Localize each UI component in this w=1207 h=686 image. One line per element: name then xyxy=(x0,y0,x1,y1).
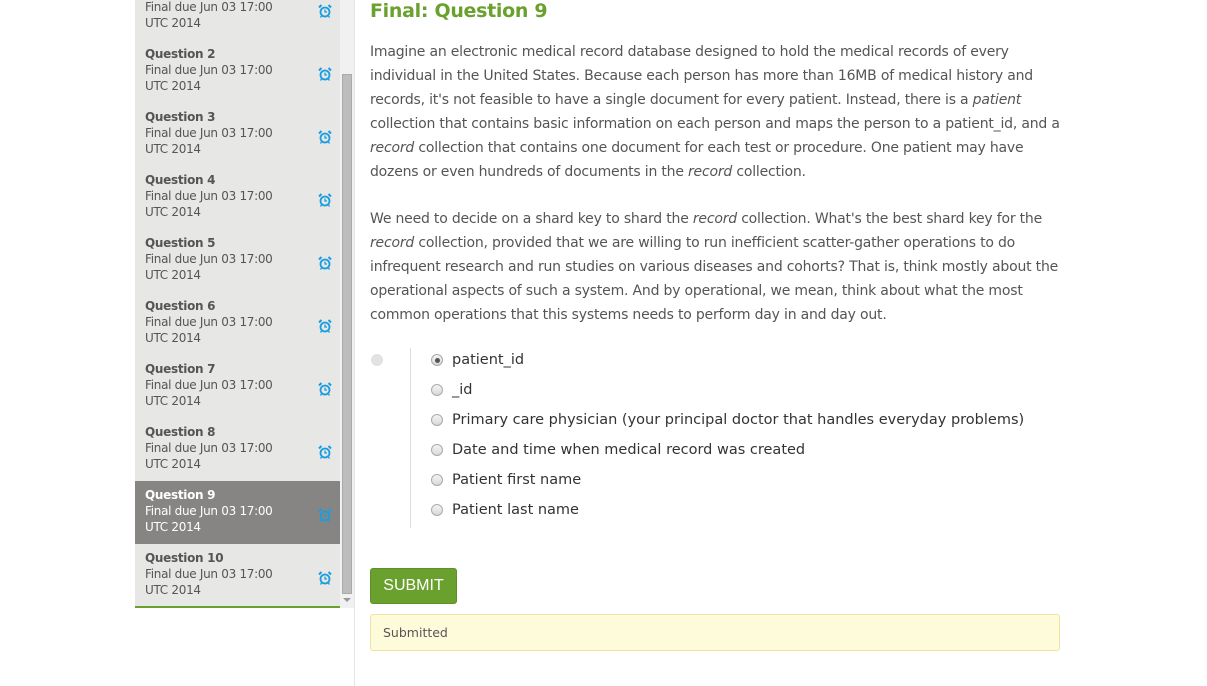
option-label: Patient last name xyxy=(452,502,579,518)
question-title: Question 3 xyxy=(145,110,216,124)
due-timezone: UTC 2014 xyxy=(145,79,201,93)
radio-button[interactable] xyxy=(431,354,443,366)
alarm-clock-icon xyxy=(318,508,332,522)
radio-button[interactable] xyxy=(431,504,443,516)
sidebar-item-question-5[interactable]: Question 5 Final due Jun 03 17:00 UTC 20… xyxy=(135,229,340,292)
answer-option[interactable]: _id xyxy=(431,380,472,400)
due-timezone: UTC 2014 xyxy=(145,205,201,219)
scrollbar[interactable] xyxy=(340,0,354,608)
question-title: Question 10 xyxy=(145,551,224,565)
question-title: Question 4 xyxy=(145,173,216,187)
sidebar-item-question-3[interactable]: Question 3 Final due Jun 03 17:00 UTC 20… xyxy=(135,103,340,166)
due-date: Final due Jun 03 17:00 xyxy=(145,0,273,14)
answer-option[interactable]: Patient last name xyxy=(431,500,579,520)
due-timezone: UTC 2014 xyxy=(145,331,201,345)
sidebar-item-question-9[interactable]: Question 9 Final due Jun 03 17:00 UTC 20… xyxy=(135,481,340,544)
submit-button[interactable]: SUBMIT xyxy=(370,568,457,604)
sidebar-item-question-6[interactable]: Question 6 Final due Jun 03 17:00 UTC 20… xyxy=(135,292,340,355)
option-label: patient_id xyxy=(452,352,525,368)
due-date: Final due Jun 03 17:00 xyxy=(145,441,273,455)
alarm-clock-icon xyxy=(318,67,332,81)
question-title: Question 7 xyxy=(145,362,216,376)
sidebar-item-question-8[interactable]: Question 8 Final due Jun 03 17:00 UTC 20… xyxy=(135,418,340,481)
due-date: Final due Jun 03 17:00 xyxy=(145,378,273,392)
answer-option[interactable]: Primary care physician (your principal d… xyxy=(431,410,1024,430)
question-title: Question 5 xyxy=(145,236,216,250)
due-date: Final due Jun 03 17:00 xyxy=(145,504,273,518)
alarm-clock-icon xyxy=(318,130,332,144)
sidebar-item-question-4[interactable]: Question 4 Final due Jun 03 17:00 UTC 20… xyxy=(135,166,340,229)
alarm-clock-icon xyxy=(318,4,332,18)
page-title: Final: Question 9 xyxy=(370,0,548,22)
divider xyxy=(354,0,355,686)
due-date: Final due Jun 03 17:00 xyxy=(145,567,273,581)
due-date: Final due Jun 03 17:00 xyxy=(145,63,273,77)
alarm-clock-icon xyxy=(318,571,332,585)
alarm-clock-icon xyxy=(318,319,332,333)
due-date: Final due Jun 03 17:00 xyxy=(145,315,273,329)
scroll-down-arrow[interactable] xyxy=(343,598,351,602)
alarm-clock-icon xyxy=(318,256,332,270)
radio-button[interactable] xyxy=(431,384,443,396)
question-paragraph-2: We need to decide on a shard key to shar… xyxy=(370,211,1059,323)
alarm-clock-icon xyxy=(318,382,332,396)
status-message: Submitted xyxy=(370,614,1060,651)
answer-option[interactable]: patient_id xyxy=(431,350,524,370)
due-timezone: UTC 2014 xyxy=(145,268,201,282)
question-title: Question 6 xyxy=(145,299,216,313)
sidebar-item-question-1[interactable]: Question 1 Final due Jun 03 17:00 UTC 20… xyxy=(135,0,340,40)
answer-option[interactable]: Date and time when medical record was cr… xyxy=(431,440,805,460)
alarm-clock-icon xyxy=(318,445,332,459)
option-label: Date and time when medical record was cr… xyxy=(452,442,806,458)
question-list: Question 1 Final due Jun 03 17:00 UTC 20… xyxy=(135,0,340,608)
sidebar-item-question-2[interactable]: Question 2 Final due Jun 03 17:00 UTC 20… xyxy=(135,40,340,103)
option-label: Patient first name xyxy=(452,472,582,488)
due-timezone: UTC 2014 xyxy=(145,16,201,30)
option-label: Primary care physician (your principal d… xyxy=(452,412,1025,428)
alarm-clock-icon xyxy=(318,193,332,207)
question-title: Question 8 xyxy=(145,425,216,439)
due-timezone: UTC 2014 xyxy=(145,394,201,408)
answer-option[interactable]: Patient first name xyxy=(431,470,581,490)
due-date: Final due Jun 03 17:00 xyxy=(145,252,273,266)
question-content: Final: Question 9 Imagine an electronic … xyxy=(370,0,1060,530)
radio-button[interactable] xyxy=(431,414,443,426)
status-indicator xyxy=(371,354,383,366)
question-title: Question 9 xyxy=(145,488,216,502)
question-paragraph-1: Imagine an electronic medical record dat… xyxy=(370,44,1060,180)
radio-button[interactable] xyxy=(431,474,443,486)
divider xyxy=(410,348,411,528)
due-date: Final due Jun 03 17:00 xyxy=(145,189,273,203)
radio-button[interactable] xyxy=(431,444,443,456)
scrollbar-thumb[interactable] xyxy=(342,74,352,594)
sidebar-item-question-7[interactable]: Question 7 Final due Jun 03 17:00 UTC 20… xyxy=(135,355,340,418)
answer-choices: patient_id _id Primary care physician (you… xyxy=(370,348,1060,530)
due-timezone: UTC 2014 xyxy=(145,457,201,471)
due-timezone: UTC 2014 xyxy=(145,583,201,597)
option-label: _id xyxy=(452,382,473,398)
due-date: Final due Jun 03 17:00 xyxy=(145,126,273,140)
question-title: Question 2 xyxy=(145,47,216,61)
sidebar-item-question-10[interactable]: Question 10 Final due Jun 03 17:00 UTC 2… xyxy=(135,544,340,606)
due-timezone: UTC 2014 xyxy=(145,520,201,534)
due-timezone: UTC 2014 xyxy=(145,142,201,156)
